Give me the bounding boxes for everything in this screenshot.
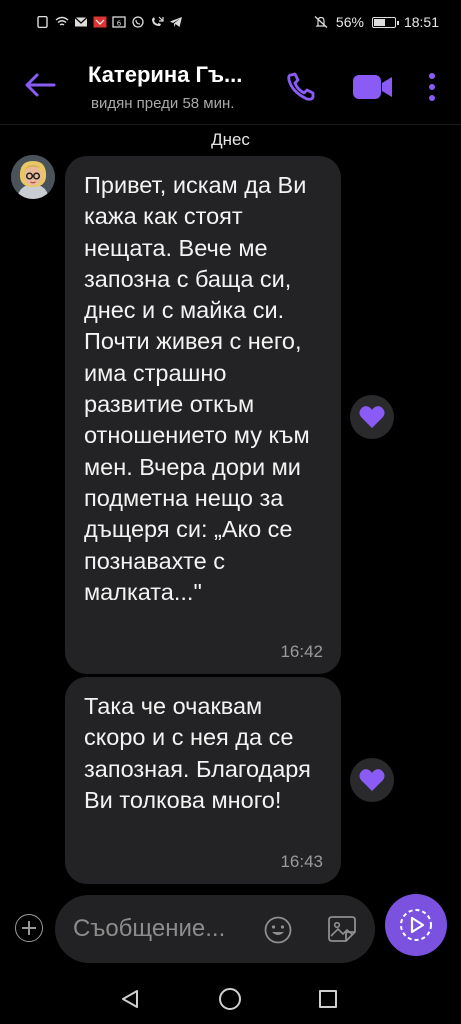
avatar-image: [11, 155, 55, 199]
contact-name[interactable]: Катерина Гъ...: [88, 62, 242, 88]
phone-call-icon[interactable]: [286, 72, 316, 102]
add-attachment-button[interactable]: [15, 914, 43, 942]
send-icon: [400, 909, 432, 941]
missed-call-icon: [152, 16, 164, 26]
battery-icon: [371, 16, 399, 28]
heart-icon: [359, 769, 385, 791]
system-navigation-bar: [0, 964, 461, 1024]
last-seen-status: видян преди 58 мин.: [91, 95, 235, 112]
clock: 18:51: [403, 14, 439, 30]
message-text: Привет, искам да Ви кажа как стоят нещат…: [84, 172, 310, 605]
message-input[interactable]: [73, 895, 263, 963]
emoji-icon[interactable]: [263, 915, 293, 945]
wifi-icon: [55, 16, 69, 26]
heart-icon: [359, 406, 385, 428]
viber-icon: [132, 16, 144, 28]
back-arrow-icon[interactable]: [22, 70, 58, 100]
battery-percent: 56%: [335, 14, 364, 30]
message-time: 16:42: [280, 642, 323, 661]
system-status: 56% 18:51: [314, 14, 439, 30]
battery-fill: [373, 18, 385, 26]
nav-back-icon[interactable]: [120, 989, 140, 1009]
telegram-icon: [170, 17, 182, 27]
message-time: 16:43: [280, 852, 323, 871]
message-input-box[interactable]: [55, 895, 375, 963]
mail-icon: [74, 17, 88, 27]
date-separator: Днес: [211, 130, 250, 149]
send-voice-button[interactable]: [385, 894, 447, 956]
more-options-icon[interactable]: [424, 71, 440, 103]
mute-icon: [314, 16, 328, 28]
app-notification-icon: [93, 16, 107, 28]
message-bubble[interactable]: Така че очаквам скоро и с нея да се запо…: [65, 677, 341, 884]
notification-icons: 6: [36, 16, 183, 28]
sim-icon: [37, 16, 48, 28]
svg-text:6: 6: [117, 20, 122, 28]
contact-avatar[interactable]: [11, 155, 55, 199]
status-bar: 6 56% 18:51: [0, 0, 461, 44]
nav-recent-apps-icon[interactable]: [319, 990, 337, 1008]
message-text: Така че очаквам скоро и с нея да се запо…: [84, 693, 311, 813]
chat-header: Катерина Гъ... видян преди 58 мин.: [0, 44, 461, 124]
header-divider: [0, 124, 461, 125]
calendar-icon: 6: [112, 16, 126, 28]
nav-home-icon[interactable]: [219, 988, 241, 1010]
message-composer: [0, 884, 461, 964]
message-bubble[interactable]: Привет, искам да Ви кажа как стоят нещат…: [65, 156, 341, 674]
video-call-icon[interactable]: [352, 72, 394, 102]
like-reaction-button[interactable]: [350, 758, 394, 802]
like-reaction-button[interactable]: [350, 395, 394, 439]
sticker-gallery-icon[interactable]: [326, 914, 358, 944]
